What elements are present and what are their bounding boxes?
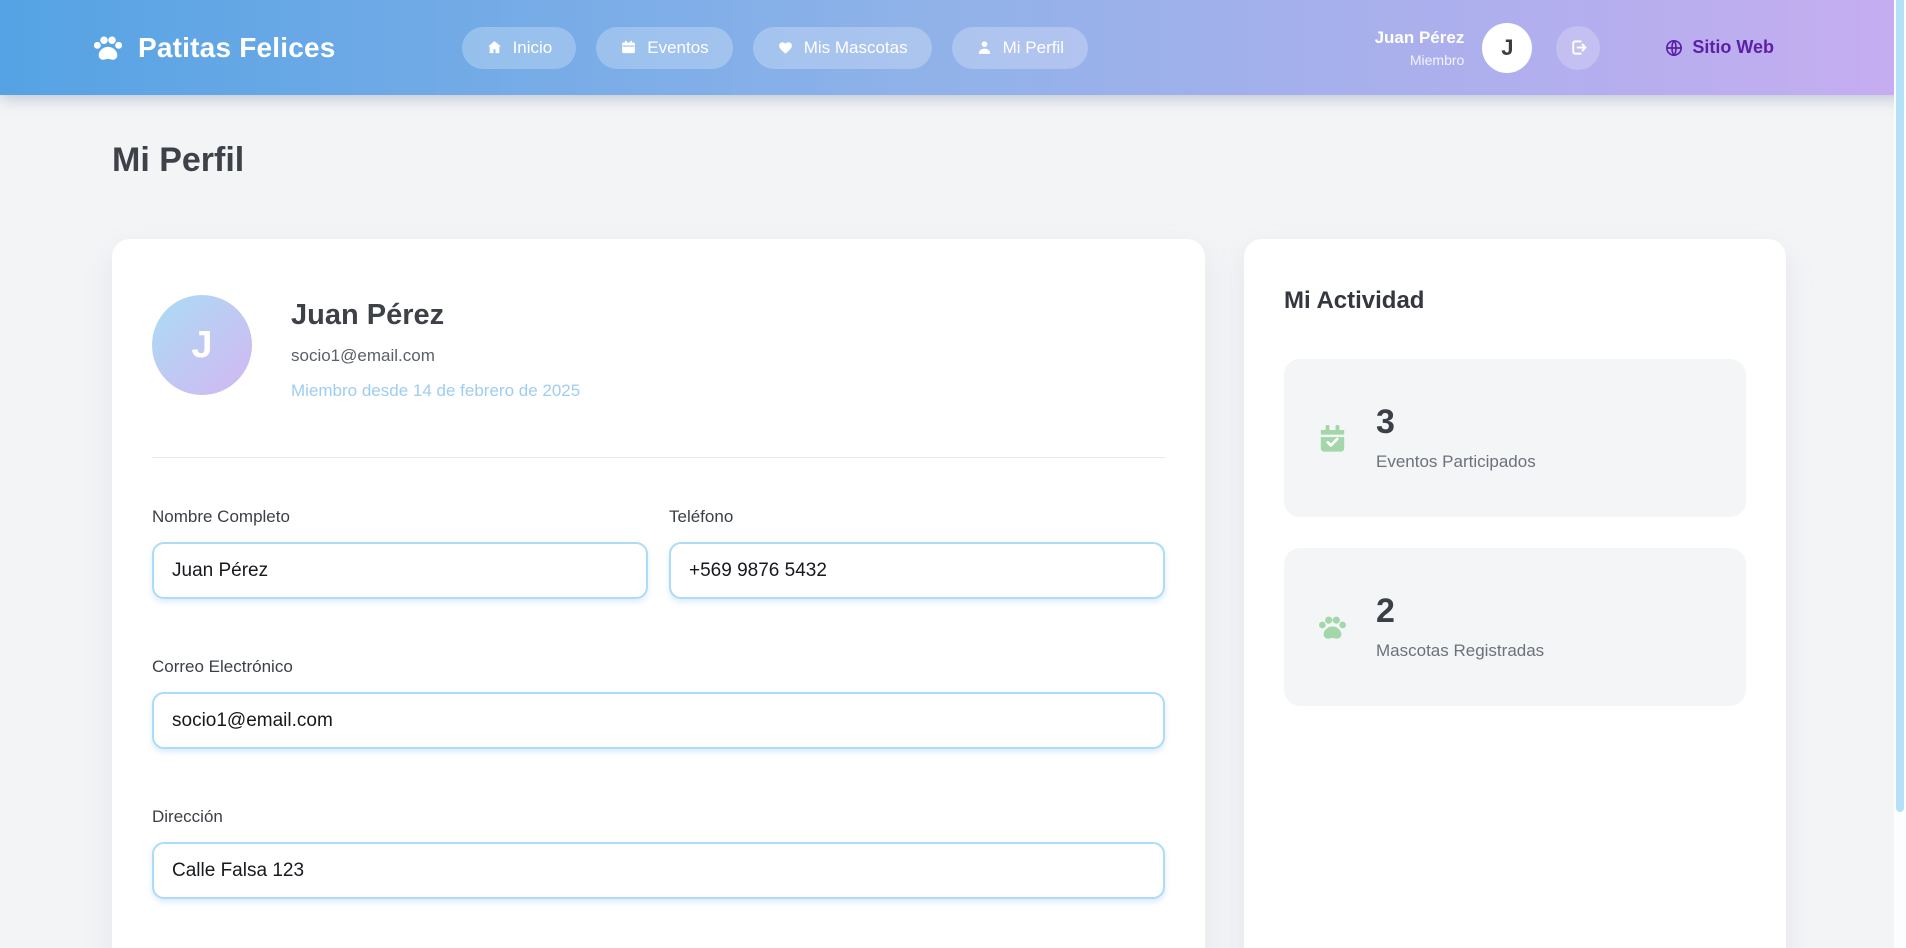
profile-header-info: Juan Pérez socio1@email.com Miembro desd… [291, 295, 580, 401]
stat-label: Eventos Participados [1376, 452, 1536, 472]
user-info: Juan Pérez Miembro [1375, 28, 1465, 68]
sign-out-icon [1568, 37, 1589, 58]
calendar-check-icon [1316, 422, 1349, 455]
field-label-direccion: Dirección [152, 807, 1165, 827]
brand-title: Patitas Felices [138, 32, 336, 64]
nav-item-inicio[interactable]: Inicio [462, 27, 577, 69]
stat-eventos-participados: 3 Eventos Participados [1284, 359, 1746, 517]
navbar-right: Juan Pérez Miembro J Sitio Web [1375, 23, 1774, 73]
profile-card: J Juan Pérez socio1@email.com Miembro de… [112, 239, 1205, 948]
profile-avatar: J [152, 295, 252, 395]
stat-value: 3 [1376, 405, 1536, 439]
heart-icon [777, 39, 794, 56]
stat-value: 2 [1376, 594, 1544, 628]
nombre-completo-input[interactable] [152, 542, 648, 599]
site-web-label: Sitio Web [1692, 37, 1774, 58]
site-web-link[interactable]: Sitio Web [1664, 37, 1774, 58]
direccion-input[interactable] [152, 842, 1165, 899]
field-correo: Correo Electrónico [152, 657, 1165, 749]
activity-card: Mi Actividad 3 Eventos Participados [1244, 239, 1786, 948]
stat-label: Mascotas Registradas [1376, 641, 1544, 661]
nav-item-label: Eventos [647, 38, 708, 58]
navbar: Patitas Felices Inicio Eventos Mis Masco… [0, 0, 1906, 95]
activity-title: Mi Actividad [1284, 287, 1746, 315]
telefono-input[interactable] [669, 542, 1165, 599]
nav-item-label: Inicio [513, 38, 553, 58]
field-direccion: Dirección [152, 807, 1165, 899]
user-name: Juan Pérez [1375, 28, 1465, 48]
scrollbar-thumb[interactable] [1896, 0, 1904, 812]
correo-input[interactable] [152, 692, 1165, 749]
scrollbar-track [1894, 0, 1906, 948]
paw-icon [1316, 611, 1349, 644]
nav-item-label: Mis Mascotas [804, 38, 908, 58]
logout-button[interactable] [1556, 26, 1600, 70]
nav-item-mi-perfil[interactable]: Mi Perfil [952, 27, 1088, 69]
brand[interactable]: Patitas Felices [90, 32, 336, 64]
globe-icon [1664, 38, 1684, 58]
profile-name: Juan Pérez [291, 299, 580, 332]
stat-mascotas-registradas: 2 Mascotas Registradas [1284, 548, 1746, 706]
paw-icon [90, 32, 126, 64]
home-icon [486, 39, 503, 56]
stat-text: 3 Eventos Participados [1376, 405, 1536, 472]
main-nav: Inicio Eventos Mis Mascotas Mi Perfil [462, 27, 1088, 69]
profile-member-since: Miembro desde 14 de febrero de 2025 [291, 381, 580, 401]
field-label-correo: Correo Electrónico [152, 657, 1165, 677]
nav-item-eventos[interactable]: Eventos [596, 27, 732, 69]
field-telefono: Teléfono [669, 507, 1165, 599]
field-label-nombre: Nombre Completo [152, 507, 648, 527]
profile-header: J Juan Pérez socio1@email.com Miembro de… [152, 295, 1165, 401]
content: J Juan Pérez socio1@email.com Miembro de… [112, 239, 1786, 948]
calendar-icon [620, 39, 637, 56]
field-nombre-completo: Nombre Completo [152, 507, 648, 599]
profile-form: Nombre Completo Teléfono Correo Electrón… [152, 507, 1165, 899]
profile-email: socio1@email.com [291, 346, 580, 366]
nav-item-label: Mi Perfil [1003, 38, 1064, 58]
user-role: Miembro [1375, 52, 1465, 68]
user-icon [976, 39, 993, 56]
nav-item-mis-mascotas[interactable]: Mis Mascotas [753, 27, 932, 69]
page-title: Mi Perfil [112, 141, 1906, 180]
field-label-telefono: Teléfono [669, 507, 1165, 527]
avatar[interactable]: J [1482, 23, 1532, 73]
divider [152, 457, 1165, 458]
stat-text: 2 Mascotas Registradas [1376, 594, 1544, 661]
